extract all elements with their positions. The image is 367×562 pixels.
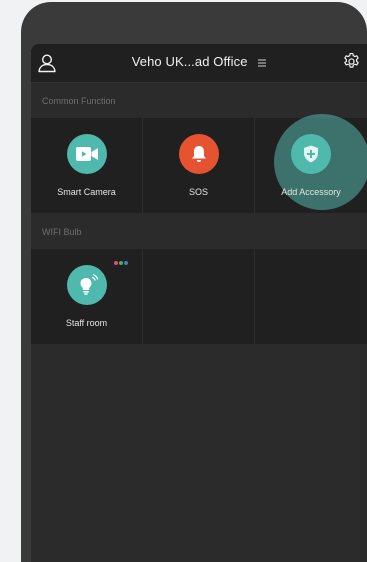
phone-frame: Veho UK...ad Office Common Function Smar…	[21, 2, 367, 562]
tile-add-accessory[interactable]: Add Accessory	[255, 114, 367, 213]
bell-icon	[191, 146, 206, 162]
tile-staff-room[interactable]: Staff room	[31, 249, 143, 344]
smart-camera-icon-circle	[66, 134, 107, 174]
add-accessory-icon-circle	[291, 134, 331, 174]
color-status-dots	[114, 261, 128, 265]
smart-camera-label: Smart Camera	[57, 187, 116, 197]
top-bar: Veho UK...ad Office	[31, 44, 367, 83]
shield-plus-icon	[304, 145, 318, 163]
empty-tile	[255, 249, 367, 344]
home-title: Veho UK...ad Office	[131, 54, 248, 69]
staff-room-label: Staff room	[65, 318, 108, 328]
staff-room-icon-circle	[66, 265, 107, 305]
wifi-bulb-row: Staff room	[31, 249, 367, 344]
video-camera-icon	[75, 147, 98, 161]
empty-tile	[143, 249, 255, 344]
tile-sos[interactable]: SOS	[143, 118, 255, 213]
menu-icon	[258, 59, 267, 67]
light-bulb-icon	[80, 274, 98, 295]
common-function-row: Smart Camera SOS Add Accessory	[31, 114, 367, 213]
gear-icon[interactable]	[342, 52, 361, 71]
section-label-wifi-bulb: WIFI Bulb	[42, 227, 82, 237]
status-dot-pink	[114, 261, 118, 265]
add-accessory-label: Add Accessory	[281, 187, 341, 197]
sos-icon-circle	[178, 134, 219, 174]
sos-label: SOS	[188, 187, 208, 197]
app-screen: Veho UK...ad Office Common Function Smar…	[31, 44, 367, 562]
status-dot-blue	[124, 261, 128, 265]
status-dot-green	[119, 261, 123, 265]
home-title-dropdown[interactable]: Veho UK...ad Office	[31, 54, 367, 69]
section-label-common-function: Common Function	[42, 96, 116, 106]
tile-smart-camera[interactable]: Smart Camera	[31, 118, 143, 213]
